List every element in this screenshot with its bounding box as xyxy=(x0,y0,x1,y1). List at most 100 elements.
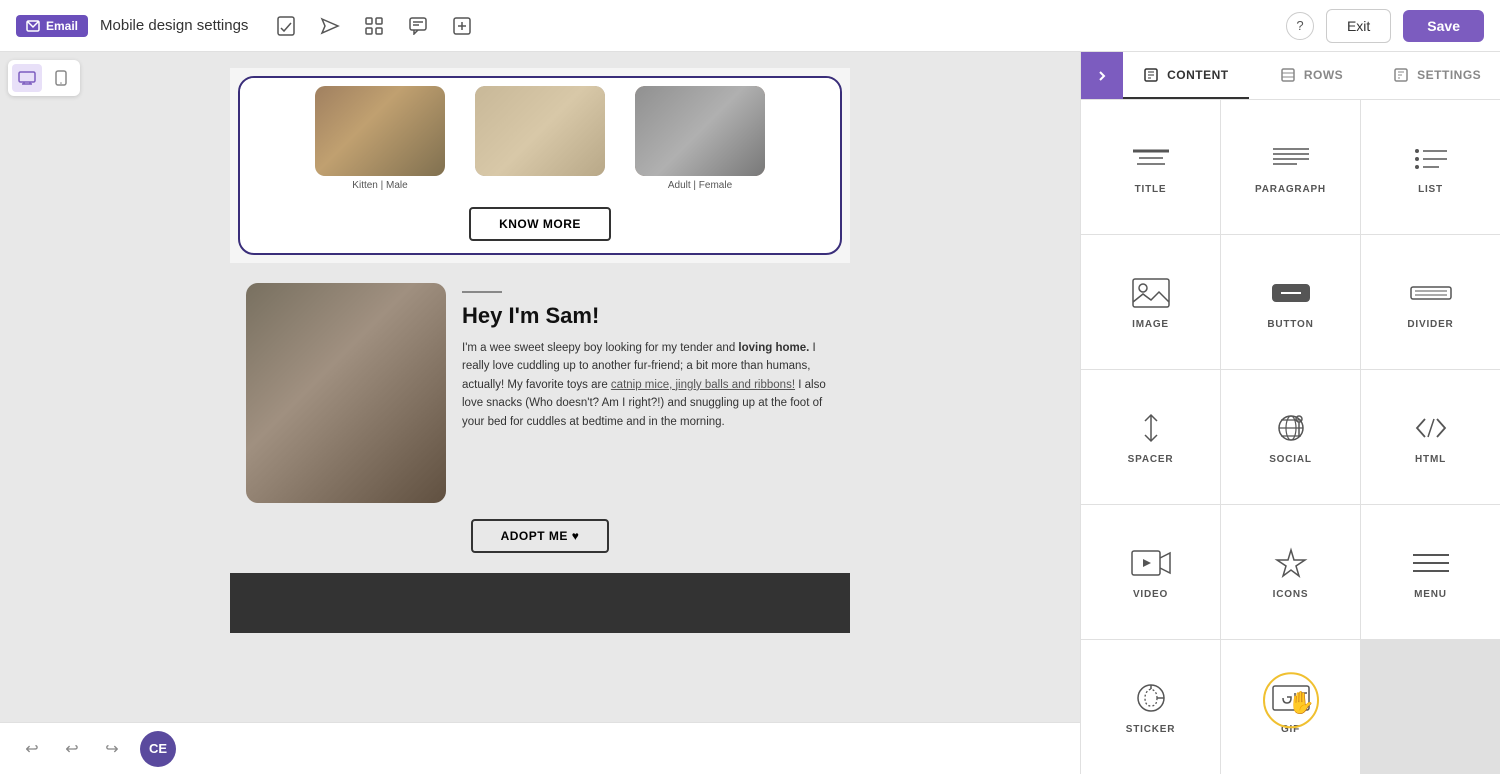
email-badge: Email xyxy=(16,15,88,37)
content-cell-social[interactable]: SOCIAL xyxy=(1221,370,1360,504)
tab-content[interactable]: CONTENT xyxy=(1123,52,1249,99)
sam-title: Hey I'm Sam! xyxy=(462,303,834,329)
right-panel: CONTENT ROWS SETTINGS xyxy=(1080,52,1500,774)
pet-label-1: Kitten | Male xyxy=(352,180,407,191)
list-cell-label: LIST xyxy=(1418,184,1443,195)
content-grid: TITLE PARAGRAPH xyxy=(1081,100,1500,774)
sam-text-link[interactable]: catnip mice, jingly balls and ribbons! xyxy=(611,379,795,391)
canvas-area: Kitten | Male Adult | Female xyxy=(0,52,1080,774)
content-cell-list[interactable]: LIST xyxy=(1361,100,1500,234)
icons-cell-icon xyxy=(1269,545,1313,581)
desktop-icon xyxy=(18,71,36,85)
device-toggle xyxy=(8,60,80,96)
title-cell-label: TITLE xyxy=(1135,184,1167,195)
button-cell-icon xyxy=(1269,275,1313,311)
sam-content: Hey I'm Sam! I'm a wee sweet sleepy boy … xyxy=(462,283,834,431)
pet-card-3: Adult | Female xyxy=(620,78,780,199)
content-cell-html[interactable]: HTML xyxy=(1361,370,1500,504)
save-button[interactable]: Save xyxy=(1403,10,1484,42)
paragraph-cell-label: PARAGRAPH xyxy=(1255,184,1326,195)
tab-content-label: CONTENT xyxy=(1167,68,1229,82)
content-cell-icons[interactable]: ICONS xyxy=(1221,505,1360,639)
exit-button[interactable]: Exit xyxy=(1326,9,1391,43)
content-cell-spacer[interactable]: SPACER xyxy=(1081,370,1220,504)
social-cell-label: SOCIAL xyxy=(1269,454,1312,465)
panel-tabs: CONTENT ROWS SETTINGS xyxy=(1081,52,1500,100)
video-cell-icon xyxy=(1129,545,1173,581)
save-doc-icon-btn[interactable] xyxy=(268,8,304,44)
sam-text-bold: loving home. xyxy=(738,342,809,354)
grid-icon xyxy=(365,17,383,35)
dark-section xyxy=(230,573,850,633)
know-more-row: KNOW MORE xyxy=(240,199,840,253)
content-cell-paragraph[interactable]: PARAGRAPH xyxy=(1221,100,1360,234)
bottom-bar: ↩ ↩ ↪ CE xyxy=(0,722,1080,774)
pet-label-3: Adult | Female xyxy=(668,180,732,191)
email-icon xyxy=(26,20,40,32)
email-canvas: Kitten | Male Adult | Female xyxy=(230,68,850,633)
know-more-button[interactable]: KNOW MORE xyxy=(469,207,611,241)
divider-cell-label: DIVIDER xyxy=(1407,319,1453,330)
mobile-view-btn[interactable] xyxy=(46,64,76,92)
pet-image-3 xyxy=(635,86,765,176)
gif-cell-label: GIF xyxy=(1281,724,1300,735)
content-cell-button[interactable]: BUTTON xyxy=(1221,235,1360,369)
menu-cell-icon xyxy=(1409,545,1453,581)
video-cell-label: VIDEO xyxy=(1133,589,1168,600)
send-icon-btn[interactable] xyxy=(312,8,348,44)
page-title: Mobile design settings xyxy=(100,17,248,34)
sam-photo xyxy=(246,283,446,503)
content-tab-icon xyxy=(1143,67,1159,83)
topbar-right: ? Exit Save xyxy=(1286,9,1484,43)
content-cell-gif[interactable]: ✋ GIF xyxy=(1221,640,1360,774)
tab-rows-label: ROWS xyxy=(1304,68,1343,82)
grid-icon-btn[interactable] xyxy=(356,8,392,44)
icons-cell-label: ICONS xyxy=(1273,589,1309,600)
desktop-view-btn[interactable] xyxy=(12,64,42,92)
pets-section: Kitten | Male Adult | Female xyxy=(238,76,842,255)
gif-cell-icon xyxy=(1269,680,1313,716)
topbar-icons xyxy=(268,8,480,44)
chat-icon xyxy=(409,17,427,35)
undo-alt-button[interactable]: ↩ xyxy=(56,733,88,765)
sam-body: I'm a wee sweet sleepy boy looking for m… xyxy=(462,339,834,431)
send-icon xyxy=(320,17,340,35)
sam-divider xyxy=(462,291,502,293)
sticker-cell-label: STICKER xyxy=(1126,724,1176,735)
pet-card-2 xyxy=(460,78,620,199)
content-cell-divider[interactable]: DIVIDER xyxy=(1361,235,1500,369)
arrow-right-icon xyxy=(1094,68,1110,84)
chat-icon-btn[interactable] xyxy=(400,8,436,44)
title-cell-icon xyxy=(1129,140,1173,176)
content-cell-image[interactable]: IMAGE xyxy=(1081,235,1220,369)
spacer-cell-icon xyxy=(1129,410,1173,446)
html-cell-icon xyxy=(1409,410,1453,446)
pet-image-2 xyxy=(475,86,605,176)
content-cell-menu[interactable]: MENU xyxy=(1361,505,1500,639)
email-badge-label: Email xyxy=(46,19,78,33)
tab-settings[interactable]: SETTINGS xyxy=(1374,52,1500,99)
social-cell-icon xyxy=(1269,410,1313,446)
adopt-button[interactable]: ADOPT ME ♥ xyxy=(471,519,610,553)
sam-inner: Hey I'm Sam! I'm a wee sweet sleepy boy … xyxy=(246,283,834,503)
sam-section: Hey I'm Sam! I'm a wee sweet sleepy boy … xyxy=(230,263,850,573)
redo-button[interactable]: ↪ xyxy=(96,733,128,765)
help-button[interactable]: ? xyxy=(1286,12,1314,40)
undo-button[interactable]: ↩ xyxy=(16,733,48,765)
panel-collapse-btn[interactable] xyxy=(1081,52,1123,99)
add-icon-btn[interactable] xyxy=(444,8,480,44)
pet-card-1: Kitten | Male xyxy=(300,78,460,199)
pets-row: Kitten | Male Adult | Female xyxy=(240,78,840,199)
tab-settings-label: SETTINGS xyxy=(1417,68,1481,82)
content-cell-sticker[interactable]: STICKER xyxy=(1081,640,1220,774)
content-cell-video[interactable]: VIDEO xyxy=(1081,505,1220,639)
rows-tab-icon xyxy=(1280,67,1296,83)
list-cell-icon xyxy=(1409,140,1453,176)
mobile-icon xyxy=(55,70,67,86)
tab-rows[interactable]: ROWS xyxy=(1249,52,1375,99)
content-cell-title[interactable]: TITLE xyxy=(1081,100,1220,234)
undo-redo-group: ↩ ↩ ↪ xyxy=(16,733,128,765)
paragraph-cell-icon xyxy=(1269,140,1313,176)
pet-image-1 xyxy=(315,86,445,176)
divider-cell-icon xyxy=(1409,275,1453,311)
